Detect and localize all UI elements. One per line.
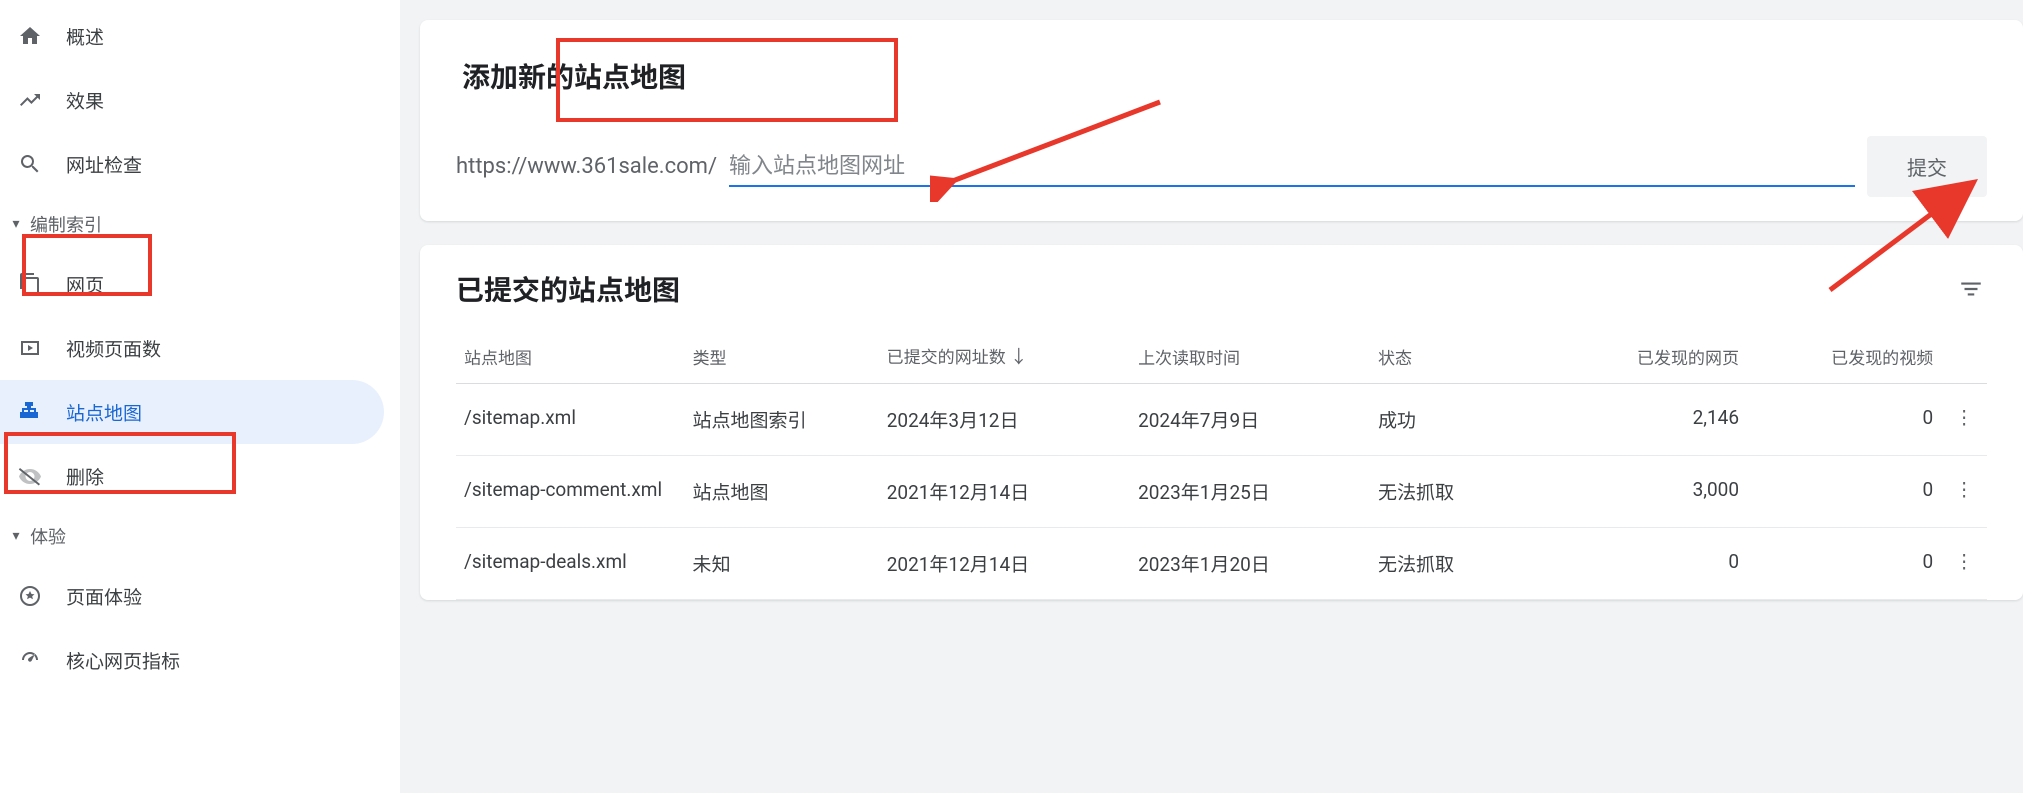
cell-sitemap: /sitemap.xml xyxy=(456,384,685,456)
search-icon xyxy=(18,152,42,176)
submitted-sitemaps-card: 已提交的站点地图 站点地图 类型 已提交的网址数↓ 上次读取时间 状态 已发现的… xyxy=(420,245,2023,600)
nav-label: 效果 xyxy=(66,87,104,114)
nav-label: 页面体验 xyxy=(66,583,142,610)
cell-videos: 0 xyxy=(1747,528,1941,600)
cell-pages: 3,000 xyxy=(1541,456,1747,528)
nav-group-label: 体验 xyxy=(30,523,66,549)
nav-label: 网址检查 xyxy=(66,151,142,178)
cell-pages: 2,146 xyxy=(1541,384,1747,456)
nav-group-index[interactable]: ▾ 编制索引 xyxy=(0,196,400,252)
cell-submitted: 2021年12月14日 xyxy=(879,528,1130,600)
cell-status: 成功 xyxy=(1370,384,1541,456)
video-icon xyxy=(18,336,42,360)
more-icon[interactable]: ⋮ xyxy=(1955,478,1974,501)
badge-icon xyxy=(18,584,42,608)
more-icon[interactable]: ⋮ xyxy=(1955,550,1974,573)
more-icon[interactable]: ⋮ xyxy=(1955,406,1974,429)
table-row[interactable]: /sitemap.xml站点地图索引2024年3月12日2024年7月9日成功2… xyxy=(456,384,1987,456)
cell-videos: 0 xyxy=(1747,384,1941,456)
cell-last-read: 2024年7月9日 xyxy=(1130,384,1370,456)
cell-type: 未知 xyxy=(685,528,879,600)
sidebar: 概述 效果 网址检查 ▾ 编制索引 网页 视频页面数 站点地图 删除 xyxy=(0,0,400,793)
nav-label: 站点地图 xyxy=(66,399,142,426)
nav-label: 删除 xyxy=(66,463,104,490)
cell-last-read: 2023年1月25日 xyxy=(1130,456,1370,528)
cell-sitemap: /sitemap-deals.xml xyxy=(456,528,685,600)
caret-down-icon: ▾ xyxy=(8,216,24,232)
cell-status: 无法抓取 xyxy=(1370,456,1541,528)
pages-icon xyxy=(18,272,42,296)
add-sitemap-title: 添加新的站点地图 xyxy=(456,44,692,108)
table-row[interactable]: /sitemap-deals.xml未知2021年12月14日2023年1月20… xyxy=(456,528,1987,600)
cell-videos: 0 xyxy=(1747,456,1941,528)
cell-sitemap: /sitemap-comment.xml xyxy=(456,456,685,528)
cell-last-read: 2023年1月20日 xyxy=(1130,528,1370,600)
nav-pages[interactable]: 网页 xyxy=(0,252,384,316)
cell-status: 无法抓取 xyxy=(1370,528,1541,600)
cell-submitted: 2024年3月12日 xyxy=(879,384,1130,456)
speed-icon xyxy=(18,648,42,672)
submitted-sitemaps-title: 已提交的站点地图 xyxy=(456,269,680,309)
cell-pages: 0 xyxy=(1541,528,1747,600)
nav-group-experience[interactable]: ▾ 体验 xyxy=(0,508,400,564)
cell-type: 站点地图索引 xyxy=(685,384,879,456)
col-status[interactable]: 状态 xyxy=(1370,329,1541,384)
col-videos[interactable]: 已发现的视频 xyxy=(1747,329,1941,384)
home-icon xyxy=(18,24,42,48)
nav-label: 概述 xyxy=(66,23,104,50)
col-type[interactable]: 类型 xyxy=(685,329,879,384)
trending-icon xyxy=(18,88,42,112)
sitemap-icon xyxy=(18,400,42,424)
cell-type: 站点地图 xyxy=(685,456,879,528)
nav-label: 网页 xyxy=(66,271,104,298)
caret-down-icon: ▾ xyxy=(8,528,24,544)
url-prefix: https://www.361sale.com/ xyxy=(456,154,717,179)
sitemap-url-input[interactable] xyxy=(729,147,1855,187)
nav-group-label: 编制索引 xyxy=(30,211,102,237)
remove-icon xyxy=(18,464,42,488)
sort-down-icon: ↓ xyxy=(1010,347,1028,368)
nav-sitemaps[interactable]: 站点地图 xyxy=(0,380,384,444)
table-row[interactable]: /sitemap-comment.xml站点地图2021年12月14日2023年… xyxy=(456,456,1987,528)
cell-submitted: 2021年12月14日 xyxy=(879,456,1130,528)
nav-label: 视频页面数 xyxy=(66,335,161,362)
nav-core-web-vitals[interactable]: 核心网页指标 xyxy=(0,628,384,692)
col-submitted[interactable]: 已提交的网址数↓ xyxy=(879,329,1130,384)
nav-removals[interactable]: 删除 xyxy=(0,444,384,508)
col-sitemap[interactable]: 站点地图 xyxy=(456,329,685,384)
nav-performance[interactable]: 效果 xyxy=(0,68,384,132)
add-sitemap-card: 添加新的站点地图 https://www.361sale.com/ 提交 xyxy=(420,20,2023,221)
nav-page-experience[interactable]: 页面体验 xyxy=(0,564,384,628)
sitemap-input-row: https://www.361sale.com/ 提交 xyxy=(456,136,1987,197)
sitemaps-table: 站点地图 类型 已提交的网址数↓ 上次读取时间 状态 已发现的网页 已发现的视频… xyxy=(456,329,1987,600)
nav-url-inspect[interactable]: 网址检查 xyxy=(0,132,384,196)
nav-label: 核心网页指标 xyxy=(66,647,180,674)
col-pages[interactable]: 已发现的网页 xyxy=(1541,329,1747,384)
nav-overview[interactable]: 概述 xyxy=(0,4,384,68)
main-content: 添加新的站点地图 https://www.361sale.com/ 提交 已提交… xyxy=(400,0,2023,793)
submit-button[interactable]: 提交 xyxy=(1867,136,1987,197)
col-last-read[interactable]: 上次读取时间 xyxy=(1130,329,1370,384)
filter-icon[interactable] xyxy=(1955,273,1987,305)
nav-video-pages[interactable]: 视频页面数 xyxy=(0,316,384,380)
